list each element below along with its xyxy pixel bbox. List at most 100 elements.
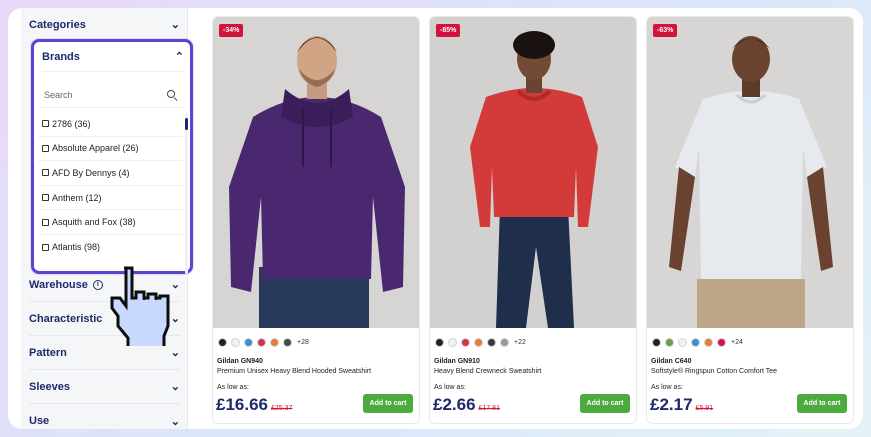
brand-search-input[interactable] <box>44 89 154 100</box>
brand-option-label: Absolute Apparel (26) <box>52 143 139 154</box>
more-colors-count[interactable]: +24 <box>731 339 743 346</box>
color-swatch[interactable] <box>487 338 496 347</box>
product-name[interactable]: Softstyle® Ringspun Cotton Comfort Tee <box>651 368 777 375</box>
product-code: Gildan GN910 <box>434 358 480 365</box>
color-swatch[interactable] <box>691 338 700 347</box>
filter-sidebar: Categories ⌄ Brands ⌃ 2786 (36) Absolute… <box>21 8 193 429</box>
scrollbar-thumb[interactable] <box>185 118 188 130</box>
add-to-cart-button[interactable]: Add to cart <box>797 394 847 413</box>
checkbox[interactable] <box>42 218 49 226</box>
more-colors-count[interactable]: +28 <box>297 339 309 346</box>
product-card[interactable]: -63% +24 Gildan C640 Softstyle® Ringspun… <box>646 16 854 424</box>
brand-option[interactable]: Absolute Apparel (26) <box>38 137 183 162</box>
color-swatch[interactable] <box>283 338 292 347</box>
color-swatch[interactable] <box>231 338 240 347</box>
discount-badge: -34% <box>219 24 244 37</box>
color-swatches: +24 <box>652 338 743 347</box>
color-swatch[interactable] <box>244 338 253 347</box>
brand-option-label: AFD By Dennys (4) <box>52 167 130 178</box>
more-colors-count[interactable]: +22 <box>514 339 526 346</box>
product-price: £2.66 £17.81 <box>433 395 500 415</box>
old-price: £25.37 <box>271 405 293 412</box>
app-frame: Categories ⌄ Brands ⌃ 2786 (36) Absolute… <box>8 8 863 429</box>
product-card[interactable]: -34% +28 Gildan GN940 Premium Unisex Hea… <box>212 16 420 424</box>
hand-pointer-cursor-icon <box>110 266 170 346</box>
color-swatch[interactable] <box>461 338 470 347</box>
checkbox[interactable] <box>42 243 49 251</box>
brand-option-label: 2786 (36) <box>52 118 91 129</box>
checkbox[interactable] <box>42 120 49 128</box>
color-swatch[interactable] <box>270 338 279 347</box>
brand-option[interactable]: 2786 (36) <box>38 112 183 137</box>
checkbox[interactable] <box>42 144 49 152</box>
filter-use[interactable]: Use ⌄ <box>29 404 180 429</box>
color-swatch[interactable] <box>474 338 483 347</box>
color-swatch[interactable] <box>665 338 674 347</box>
filter-label: Categories <box>29 18 86 31</box>
color-swatch[interactable] <box>678 338 687 347</box>
product-price: £16.66 £25.37 <box>216 395 292 415</box>
brand-option-label: Atlantis (98) <box>52 242 101 253</box>
filter-label: Use <box>29 415 50 427</box>
product-image[interactable]: -63% <box>647 17 853 328</box>
brand-option[interactable]: Atlantis (98) <box>38 235 183 260</box>
product-card[interactable]: -85% +22 Gildan GN910 Heavy Blend Crewne… <box>429 16 637 424</box>
checkbox[interactable] <box>42 194 49 202</box>
brand-option[interactable]: AFD By Dennys (4) <box>38 161 183 186</box>
filter-brands[interactable]: Brands ⌃ <box>42 42 184 72</box>
color-swatch[interactable] <box>717 338 726 347</box>
old-price: £5.91 <box>695 405 714 412</box>
product-code: Gildan C640 <box>651 358 692 365</box>
add-to-cart-button[interactable]: Add to cart <box>363 394 413 413</box>
filter-label: Brands <box>42 50 80 63</box>
color-swatch[interactable] <box>257 338 266 347</box>
brand-search <box>38 82 183 108</box>
color-swatch[interactable] <box>218 338 227 347</box>
add-to-cart-button[interactable]: Add to cart <box>580 394 630 413</box>
color-swatch[interactable] <box>435 338 444 347</box>
search-icon[interactable] <box>167 89 177 100</box>
product-code: Gildan GN940 <box>217 358 263 365</box>
filter-categories[interactable]: Categories ⌄ <box>29 8 180 42</box>
color-swatches: +22 <box>435 338 526 347</box>
price-prefix: As low as: <box>217 384 249 391</box>
product-name[interactable]: Premium Unisex Heavy Blend Hooded Sweats… <box>217 368 371 375</box>
product-name[interactable]: Heavy Blend Crewneck Sweatshirt <box>434 368 541 375</box>
brand-list: 2786 (36) Absolute Apparel (26) AFD By D… <box>38 112 183 260</box>
brand-list-scrollbar[interactable] <box>185 114 188 274</box>
chevron-down-icon: ⌄ <box>170 381 180 393</box>
discount-badge: -85% <box>436 24 461 37</box>
price-prefix: As low as: <box>651 384 683 391</box>
chevron-down-icon: ⌄ <box>170 415 180 428</box>
color-swatch[interactable] <box>704 338 713 347</box>
current-price: £2.17 <box>650 395 693 414</box>
product-grid: -34% +28 Gildan GN940 Premium Unisex Hea… <box>212 16 857 426</box>
filter-label: Sleeves <box>29 380 70 393</box>
color-swatch[interactable] <box>448 338 457 347</box>
product-image[interactable]: -85% <box>430 17 636 328</box>
chevron-down-icon: ⌄ <box>170 19 180 31</box>
brands-filter-panel: Brands ⌃ 2786 (36) Absolute Apparel (26) <box>31 39 193 274</box>
filter-label: Characteristic <box>29 312 103 325</box>
brand-option-label: Anthem (12) <box>52 192 102 203</box>
checkbox[interactable] <box>42 169 49 177</box>
brand-option[interactable]: Asquith and Fox (38) <box>38 210 183 235</box>
product-price: £2.17 £5.91 <box>650 395 713 415</box>
old-price: £17.81 <box>478 405 500 412</box>
chevron-down-icon: ⌄ <box>170 347 180 359</box>
price-prefix: As low as: <box>434 384 466 391</box>
current-price: £2.66 <box>433 395 476 414</box>
current-price: £16.66 <box>216 395 268 414</box>
info-icon[interactable]: i <box>92 279 103 290</box>
brand-option[interactable]: Anthem (12) <box>38 186 183 211</box>
color-swatch[interactable] <box>652 338 661 347</box>
filter-sleeves[interactable]: Sleeves ⌄ <box>29 370 180 404</box>
color-swatch[interactable] <box>500 338 509 347</box>
product-image[interactable]: -34% <box>213 17 419 328</box>
filter-label: Pattern <box>29 346 67 359</box>
filter-label: Warehouse <box>29 278 88 291</box>
discount-badge: -63% <box>653 24 678 37</box>
filter-label-wrap: Warehouse i <box>29 279 103 291</box>
chevron-up-icon: ⌃ <box>174 51 184 63</box>
brand-option-label: Asquith and Fox (38) <box>52 217 136 228</box>
